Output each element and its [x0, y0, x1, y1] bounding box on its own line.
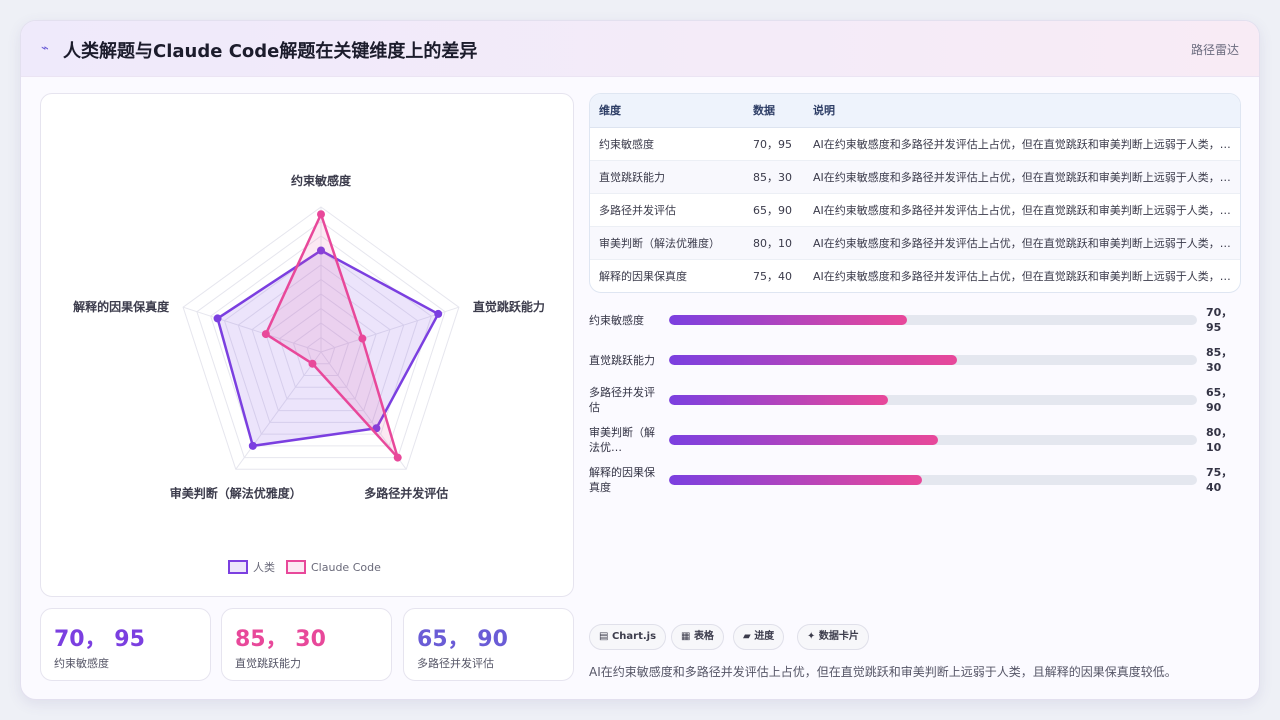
radar-data-point — [393, 453, 402, 462]
table-icon: ▦ — [681, 631, 691, 642]
radar-data-point — [358, 334, 367, 343]
progress-icon: ▰ — [743, 631, 751, 642]
stat-label: 多路径并发评估 — [417, 657, 494, 670]
progress-row: 约束敏感度 70，95 — [589, 303, 1239, 337]
progress-value: 75，40 — [1206, 466, 1233, 494]
stat-card-1: 70， 95 约束敏感度 — [40, 608, 211, 681]
progress-value: 70，95 — [1206, 306, 1233, 334]
table-cell: 审美判断（解法优雅度） — [590, 226, 744, 260]
stat-card-2: 85， 30 直觉跳跃能力 — [221, 608, 392, 681]
table-cell: AI在约束敏感度和多路径并发评估上占优，但在直觉跳跃和审美判断上远弱于人类，且解… — [804, 226, 1240, 260]
tab-label: 进度 — [754, 631, 775, 642]
progress-track — [669, 355, 1197, 365]
radar-chart-panel: 约束敏感度直觉跳跃能力多路径并发评估 审美判断（解法优雅度） 解释的因果保真度人类 C… — [40, 93, 574, 597]
legend-swatch — [286, 560, 306, 574]
radar-axis-label: 直觉跳跃能力 — [473, 299, 545, 314]
tab-data-cards[interactable]: ✦ 数据卡片 — [797, 624, 869, 650]
table-cell: 80，10 — [744, 226, 804, 260]
radar-axis-label: 解释的因果保真度 — [73, 299, 170, 314]
table-cell: AI在约束敏感度和多路径并发评估上占优，但在直觉跳跃和审美判断上远弱于人类，且解… — [804, 127, 1240, 161]
progress-track — [669, 475, 1197, 485]
progress-track — [669, 395, 1197, 405]
table-cell: 直觉跳跃能力 — [590, 160, 744, 194]
progress-label: 约束敏感度 — [589, 313, 644, 327]
stat-label: 直觉跳跃能力 — [235, 657, 301, 670]
table-header-row: 维度 数据 说明 — [590, 94, 1240, 128]
sparkle-icon: ✦ — [807, 631, 816, 642]
chart-icon: ▤ — [599, 631, 609, 642]
column-header: 数据 — [744, 94, 804, 128]
radar-axis-label: 多路径并发评估 — [364, 485, 448, 500]
progress-row: 审美判断（解法优… 80，10 — [589, 423, 1239, 457]
table-cell: 解释的因果保真度 — [599, 269, 687, 283]
progress-value: 65，90 — [1206, 386, 1233, 414]
radar-data-point — [434, 309, 443, 318]
progress-row: 解释的因果保真度 75，40 — [589, 463, 1239, 497]
progress-fill — [669, 475, 923, 485]
legend-swatch — [228, 560, 248, 574]
table-row: 约束敏感度 70，95 AI在约束敏感度和多路径并发评估上占优，但在直觉跳跃和审… — [590, 127, 1240, 161]
progress-row: 直觉跳跃能力 85，30 — [589, 343, 1239, 377]
radar-data-point — [317, 210, 325, 219]
tab-label: Chart.js — [611, 631, 657, 642]
progress-fill — [669, 435, 939, 445]
pulse-icon: ⌁ — [41, 41, 49, 56]
table-cell: 65，90 — [744, 193, 804, 227]
progress-label: 审美判断（解法优… — [589, 426, 655, 454]
radar-data-point — [308, 359, 317, 368]
table-row: 解释的因果保真度 75，40 AI在约束敏感度和多路径并发评估上占优，但在直觉跳… — [590, 259, 1240, 292]
tab-chartjs[interactable]: ▤ Chart.js — [589, 624, 667, 650]
progress-value: 85，30 — [1206, 346, 1233, 374]
radar-axis-label: 约束敏感度 — [291, 173, 352, 188]
table-cell: 70，95 — [744, 127, 804, 161]
stat-value: 65， 90 — [417, 627, 508, 652]
progress-fill — [669, 355, 957, 365]
table-cell: AI在约束敏感度和多路径并发评估上占优，但在直觉跳跃和审美判断上远弱于人类，且解… — [804, 160, 1240, 194]
progress-fill — [669, 315, 907, 325]
progress-track — [669, 435, 1197, 445]
table-row: 直觉跳跃能力 85，30 AI在约束敏感度和多路径并发评估上占优，但在直觉跳跃和… — [590, 160, 1240, 194]
progress-label: 多路径并发评估 — [589, 386, 655, 414]
table-cell: 约束敏感度 — [590, 127, 744, 161]
stat-card-3: 65， 90 多路径并发评估 — [403, 608, 574, 681]
stat-value: 85， 30 — [235, 627, 326, 652]
table-cell: AI在约束敏感度和多路径并发评估上占优，但在直觉跳跃和审美判断上远弱于人类，且解… — [813, 269, 1240, 283]
tab-table[interactable]: ▦ 表格 — [671, 624, 724, 650]
stat-value: 70， 95 — [54, 627, 145, 652]
progress-row: 多路径并发评估 65，90 — [589, 383, 1239, 417]
stat-label: 约束敏感度 — [54, 657, 109, 670]
header-tag: 路径雷达 — [1190, 43, 1239, 57]
legend-label: 人类 — [253, 560, 275, 574]
radar-axis-label: 审美判断（解法优雅度） — [170, 485, 302, 500]
radar-chart: 约束敏感度直觉跳跃能力多路径并发评估 审美判断（解法优雅度） 解释的因果保真度人类 C… — [73, 173, 545, 574]
progress-label: 解释的因果保真度 — [589, 466, 655, 494]
progress-fill — [669, 395, 889, 405]
main-card: ⌁ 人类解题与Claude Code解题在关键维度上的差异 路径雷达 约束敏感度… — [20, 20, 1260, 700]
table-row: 多路径并发评估 65，90 AI在约束敏感度和多路径并发评估上占优，但在直觉跳跃… — [590, 193, 1240, 227]
table-cell: 多路径并发评估 — [590, 193, 744, 227]
column-header: 说明 — [804, 94, 1240, 128]
header: ⌁ 人类解题与Claude Code解题在关键维度上的差异 路径雷达 — [21, 21, 1259, 77]
page-title: 人类解题与Claude Code解题在关键维度上的差异 — [63, 41, 478, 62]
radar-data-point — [261, 330, 270, 339]
table-cell: 75，40 — [753, 269, 792, 283]
column-header: 维度 — [590, 94, 744, 128]
tab-label: 表格 — [693, 631, 714, 642]
radar-data-point — [248, 441, 257, 450]
legend-label: Claude Code — [311, 561, 381, 574]
table-cell: AI在约束敏感度和多路径并发评估上占优，但在直觉跳跃和审美判断上远弱于人类，且解… — [804, 193, 1240, 227]
radar-data-point — [213, 314, 222, 323]
table-cell: 85，30 — [744, 160, 804, 194]
table-row: 审美判断（解法优雅度） 80，10 AI在约束敏感度和多路径并发评估上占优，但在… — [590, 226, 1240, 260]
summary-text: AI在约束敏感度和多路径并发评估上占优，但在直觉跳跃和审美判断上远弱于人类，且解… — [589, 665, 1177, 679]
tab-progress[interactable]: ▰ 进度 — [733, 624, 785, 650]
progress-value: 80，10 — [1206, 426, 1233, 454]
progress-label: 直觉跳跃能力 — [589, 353, 655, 367]
tab-label: 数据卡片 — [818, 631, 859, 642]
progress-track — [669, 315, 1197, 325]
data-table: 维度 数据 说明 约束敏感度 70，95 AI在约束敏感度和多路径并发评估上占优… — [589, 93, 1241, 293]
